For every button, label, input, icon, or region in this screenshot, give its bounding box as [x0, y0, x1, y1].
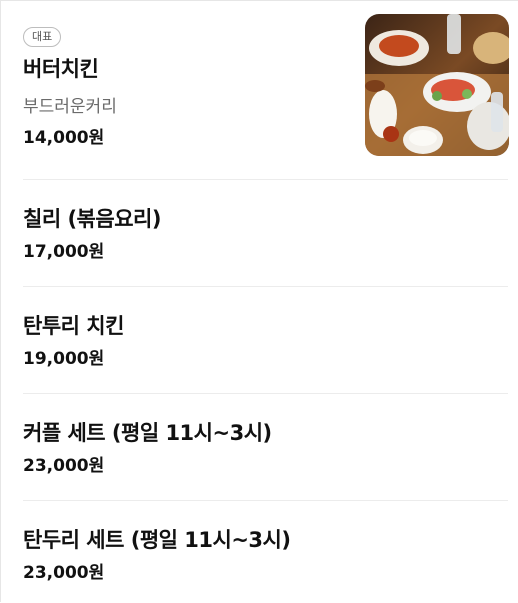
menu-item-tandoori-set[interactable]: 탄두리 세트 (평일 11시~3시) 23,000원 — [23, 501, 508, 603]
representative-badge: 대표 — [23, 25, 62, 47]
menu-item-price: 23,000원 — [23, 563, 105, 583]
menu-item-chili[interactable]: 칠리 (볶음요리) 17,000원 — [23, 180, 508, 286]
menu-item-price: 14,000원 — [23, 128, 105, 148]
menu-item-name: 칠리 (볶음요리) — [23, 207, 161, 231]
menu-item-couple-set[interactable]: 커플 세트 (평일 11시~3시) 23,000원 — [23, 394, 508, 500]
menu-item-description: 부드러운커리 — [23, 97, 117, 117]
menu-item-name: 버터치킨 — [23, 57, 99, 81]
menu-item-name: 탄두리 세트 (평일 11시~3시) — [23, 528, 291, 552]
menu-item-name: 탄투리 치킨 — [23, 314, 124, 338]
menu-item-photo[interactable] — [365, 14, 509, 156]
menu-item-name: 커플 세트 (평일 11시~3시) — [23, 421, 272, 445]
menu-item-tandoori-chicken[interactable]: 탄투리 치킨 19,000원 — [23, 287, 508, 393]
food-photo-image — [365, 14, 509, 156]
menu-item-price: 17,000원 — [23, 242, 105, 262]
menu-list: 대표 버터치킨 부드러운커리 14,000원 칠리 (볶음요리) 17,000원… — [0, 0, 518, 602]
menu-item-price: 23,000원 — [23, 456, 105, 476]
menu-item-price: 19,000원 — [23, 349, 105, 369]
